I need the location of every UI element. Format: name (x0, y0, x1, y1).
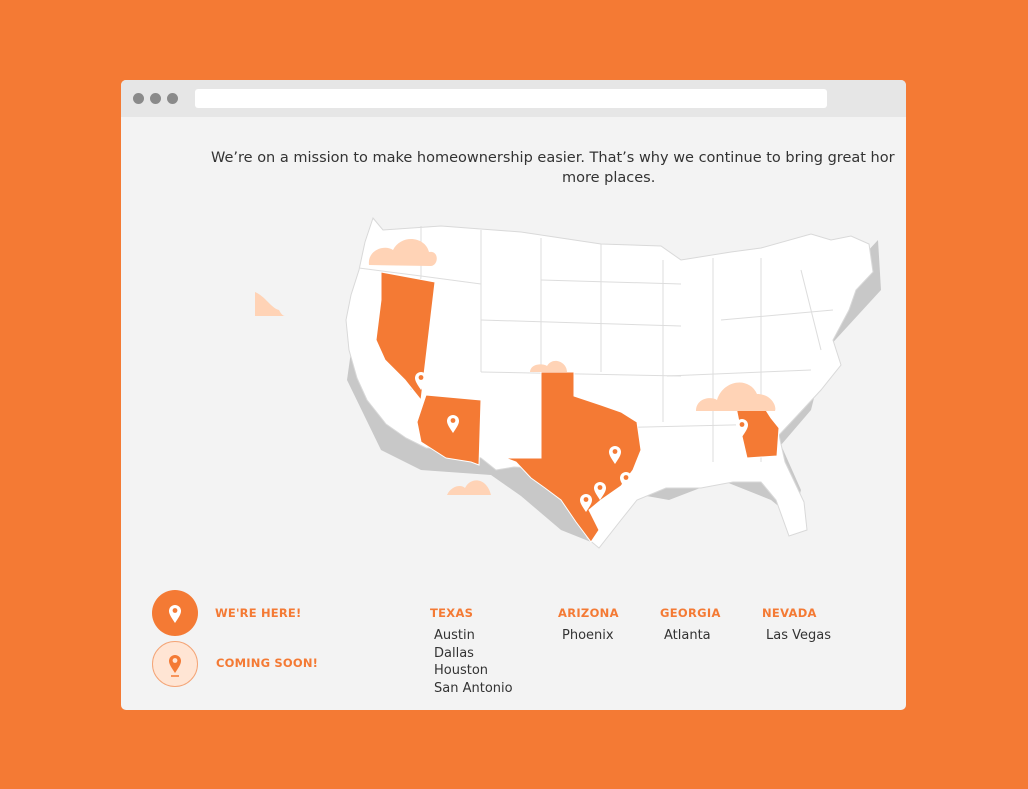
state-heading-texas: TEXAS (430, 606, 474, 620)
state-heading-arizona: ARIZONA (558, 606, 619, 620)
city-link[interactable]: Houston (434, 662, 488, 680)
legend-here-marker (152, 590, 198, 636)
legend-soon-label: COMING SOON! (216, 656, 319, 670)
city-link[interactable]: San Antonio (434, 680, 513, 698)
mission-line-2: more places. (562, 170, 656, 186)
legend-soon-marker (152, 641, 198, 687)
us-coverage-map (255, 216, 881, 549)
city-link[interactable]: Atlanta (664, 627, 711, 645)
city-link[interactable]: Las Vegas (766, 627, 831, 645)
browser-toolbar (121, 80, 906, 117)
city-link[interactable]: Dallas (434, 645, 474, 663)
mission-line-1: We’re on a mission to make homeownership… (211, 150, 895, 166)
browser-window: We’re on a mission to make homeownership… (121, 80, 906, 710)
city-link[interactable]: Phoenix (562, 627, 614, 645)
state-heading-nevada: NEVADA (762, 606, 817, 620)
city-link[interactable]: Austin (434, 627, 475, 645)
state-heading-georgia: GEORGIA (660, 606, 721, 620)
window-dot-icon (133, 93, 144, 104)
address-bar[interactable] (195, 89, 827, 108)
legend-here-label: WE'RE HERE! (215, 606, 302, 620)
window-dot-icon (150, 93, 161, 104)
map-pin-icon (169, 655, 181, 677)
map-pin-icon (169, 605, 181, 623)
window-dot-icon (167, 93, 178, 104)
